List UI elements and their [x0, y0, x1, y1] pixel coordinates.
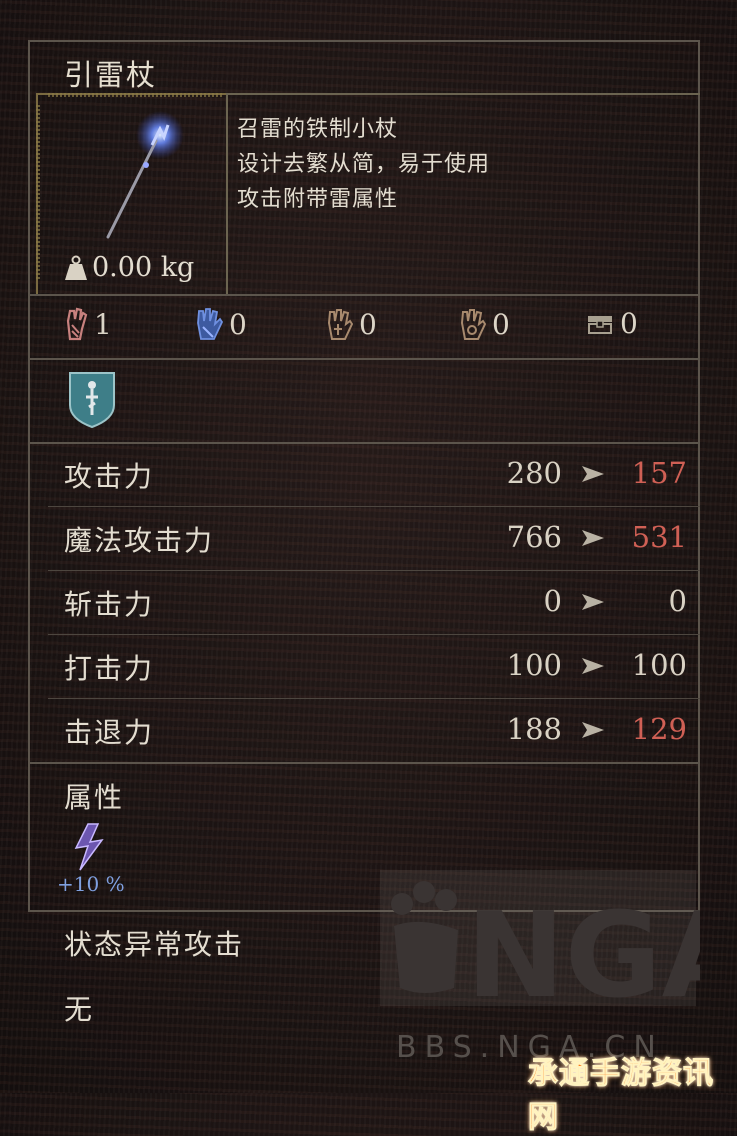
stat-label-slash: 斩击力 [64, 588, 155, 621]
weight-value: 0.00 kg [92, 252, 195, 283]
requirement-strength: 1 [64, 307, 112, 341]
stat-label-magic-attack: 魔法攻击力 [64, 524, 215, 557]
requirement-intelligence: 0 [193, 307, 247, 341]
lightning-bonus-value: +10 % [57, 872, 125, 896]
stat-label-strike: 打击力 [64, 652, 155, 685]
requirement-arcane: 0 [458, 307, 510, 341]
description-line-3: 攻击附带雷属性 [237, 187, 399, 212]
affinity-shield-icon [69, 372, 115, 429]
requirement-faith: 0 [325, 307, 377, 341]
weight-display: 0.00 kg [64, 252, 194, 283]
vine-ornament-top [48, 93, 222, 97]
stat-new-attack: 157 [631, 456, 687, 490]
intelligence-hand-icon [197, 308, 223, 340]
stat-base-magic-attack: 766 [506, 520, 562, 554]
stat-base-knockback: 188 [506, 712, 562, 746]
stat-base-attack: 280 [506, 456, 562, 490]
stat-new-slash: 0 [668, 584, 687, 618]
stats-divider-top [28, 442, 700, 444]
extra-requirement-value: 0 [620, 307, 638, 340]
corner-watermark: 承通手游资讯网 [528, 1056, 714, 1136]
arcane-hand-icon [460, 309, 486, 340]
row-divider [48, 698, 700, 699]
faith-value: 0 [359, 307, 377, 341]
nga-watermark: NGA [380, 870, 737, 1024]
stat-new-strike: 100 [631, 648, 687, 682]
lightning-icon [74, 823, 104, 871]
stat-new-magic-attack: 531 [631, 520, 687, 554]
frame-top-line [28, 40, 700, 42]
strength-value: 1 [94, 307, 112, 341]
portrait-right-line [226, 93, 228, 295]
requirements-divider-top [28, 294, 700, 296]
faith-hand-icon [327, 309, 353, 340]
nga-logo-text: NGA [466, 886, 700, 1010]
status-effect-title: 状态异常攻击 [64, 928, 245, 961]
stat-label-knockback: 击退力 [64, 716, 155, 749]
arcane-value: 0 [492, 307, 510, 341]
description-line-1: 召雷的铁制小杖 [237, 117, 399, 142]
intelligence-value: 0 [229, 307, 247, 341]
stat-label-attack: 攻击力 [64, 460, 155, 493]
strength-hand-icon [66, 307, 88, 341]
stat-base-strike: 100 [506, 648, 562, 682]
description-line-2: 设计去繁从简，易于使用 [237, 152, 491, 177]
item-description: 召雷的铁制小杖 设计去繁从简，易于使用 攻击附带雷属性 [237, 112, 490, 217]
weight-icon [65, 255, 87, 280]
row-divider [48, 506, 700, 507]
stats-divider-bottom [28, 762, 700, 764]
frame-right-line [698, 40, 700, 910]
status-effect-value: 无 [64, 993, 95, 1026]
nga-logo-icon: NGA [380, 870, 737, 1024]
vine-ornament-left [36, 105, 40, 279]
requirement-extra: 0 [586, 307, 638, 340]
row-divider [48, 570, 700, 571]
item-name: 引雷杖 [64, 58, 158, 92]
requirements-divider-bottom [28, 358, 700, 360]
attribute-title: 属性 [64, 781, 125, 814]
stat-base-slash: 0 [543, 584, 562, 618]
stat-new-knockback: 129 [631, 712, 687, 746]
thunder-staff-icon [106, 111, 184, 239]
chest-icon [588, 315, 612, 334]
frame-left-line [28, 40, 30, 910]
row-divider [48, 634, 700, 635]
